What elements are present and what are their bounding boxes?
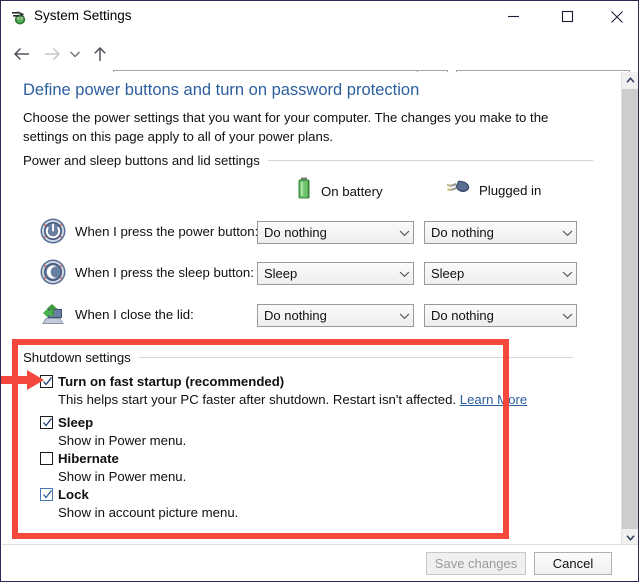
dialog-footer: Save changes Cancel: [2, 544, 638, 580]
dropdown-sleep-button-on-battery[interactable]: Sleep: [257, 262, 414, 285]
dropdown-sleep-button-plugged-in[interactable]: Sleep: [424, 262, 577, 285]
chevron-down-icon: [558, 270, 576, 278]
save-changes-button[interactable]: Save changes: [426, 552, 526, 575]
scroll-up-icon[interactable]: [622, 72, 639, 89]
checkbox-description-sleep: Show in Power menu.: [58, 433, 186, 448]
shutdown-section-header: Shutdown settings: [23, 350, 573, 365]
chevron-down-icon: [395, 229, 413, 237]
section-divider: [268, 160, 593, 161]
dropdown-close-lid-on-battery[interactable]: Do nothing: [257, 304, 414, 327]
setting-label-power-button: When I press the power button:: [75, 224, 258, 239]
battery-icon: [296, 177, 313, 206]
dropdown-value: Do nothing: [431, 308, 558, 323]
close-button[interactable]: [594, 1, 639, 32]
page-title: Define power buttons and turn on passwor…: [23, 81, 419, 100]
maximize-button[interactable]: [544, 1, 590, 32]
cancel-button[interactable]: Cancel: [534, 552, 612, 575]
dropdown-power-button-on-battery[interactable]: Do nothing: [257, 221, 414, 244]
checkbox-sleep[interactable]: [40, 416, 53, 429]
checkbox-lock[interactable]: [40, 488, 53, 501]
column-header-plugged-in: Plugged in: [445, 177, 541, 204]
learn-more-link[interactable]: Learn More: [460, 392, 527, 407]
navigation-bar: « Power Options › System Settings: [1, 33, 638, 71]
sleep-moon-icon: [39, 258, 67, 286]
column-label-on-battery: On battery: [321, 184, 383, 199]
checkbox-hibernate[interactable]: [40, 452, 53, 465]
checkbox-label-fast-startup[interactable]: Turn on fast startup (recommended): [58, 374, 284, 389]
up-level-icon[interactable]: [89, 43, 111, 65]
scrollbar-thumb[interactable]: [622, 89, 639, 529]
dropdown-power-button-plugged-in[interactable]: Do nothing: [424, 221, 577, 244]
back-icon[interactable]: [11, 43, 33, 65]
settings-content-pane: Define power buttons and turn on passwor…: [2, 72, 622, 546]
dropdown-value: Do nothing: [264, 225, 395, 240]
dropdown-close-lid-plugged-in[interactable]: Do nothing: [424, 304, 577, 327]
page-description: Choose the power settings that you want …: [23, 108, 585, 146]
dropdown-value: Sleep: [264, 266, 395, 281]
power-section-header: Power and sleep buttons and lid settings: [23, 153, 593, 168]
chevron-down-icon: [558, 312, 576, 320]
checkbox-label-hibernate[interactable]: Hibernate: [58, 451, 119, 466]
column-label-plugged-in: Plugged in: [479, 183, 541, 198]
setting-label-sleep-button: When I press the sleep button:: [75, 265, 254, 280]
checkbox-label-lock[interactable]: Lock: [58, 487, 89, 502]
power-settings-icon: [11, 9, 28, 26]
chevron-down-icon: [558, 229, 576, 237]
power-button-icon: [39, 217, 67, 245]
recent-locations-chevron-down-icon[interactable]: [67, 43, 83, 65]
checkbox-description-fast-startup: This helps start your PC faster after sh…: [58, 392, 527, 407]
description-text: This helps start your PC faster after sh…: [58, 392, 456, 407]
column-header-on-battery: On battery: [296, 177, 383, 206]
chevron-down-icon: [395, 312, 413, 320]
chevron-down-icon: [395, 270, 413, 278]
section-divider: [139, 357, 573, 358]
power-plug-icon: [445, 177, 471, 204]
checkbox-label-sleep[interactable]: Sleep: [58, 415, 93, 430]
window-title: System Settings: [34, 8, 132, 23]
vertical-scrollbar[interactable]: [621, 72, 638, 546]
laptop-lid-icon: [39, 300, 67, 328]
setting-label-close-lid: When I close the lid:: [75, 307, 194, 322]
system-settings-window: System Settings: [0, 0, 639, 582]
forward-icon: [41, 43, 63, 65]
checkbox-description-lock: Show in account picture menu.: [58, 505, 238, 520]
dropdown-value: Do nothing: [264, 308, 395, 323]
checkbox-description-hibernate: Show in Power menu.: [58, 469, 186, 484]
setting-row-power-button: When I press the power button: Do nothin…: [2, 213, 622, 251]
title-bar: System Settings: [1, 1, 638, 33]
setting-row-close-lid: When I close the lid: Do nothing Do noth…: [2, 296, 622, 334]
dropdown-value: Do nothing: [431, 225, 558, 240]
power-section-title: Power and sleep buttons and lid settings: [23, 153, 268, 168]
minimize-button[interactable]: [490, 1, 536, 32]
dropdown-value: Sleep: [431, 266, 558, 281]
setting-row-sleep-button: When I press the sleep button: Sleep Sle…: [2, 254, 622, 292]
shutdown-section-title: Shutdown settings: [23, 350, 139, 365]
checkbox-fast-startup[interactable]: [40, 375, 53, 388]
